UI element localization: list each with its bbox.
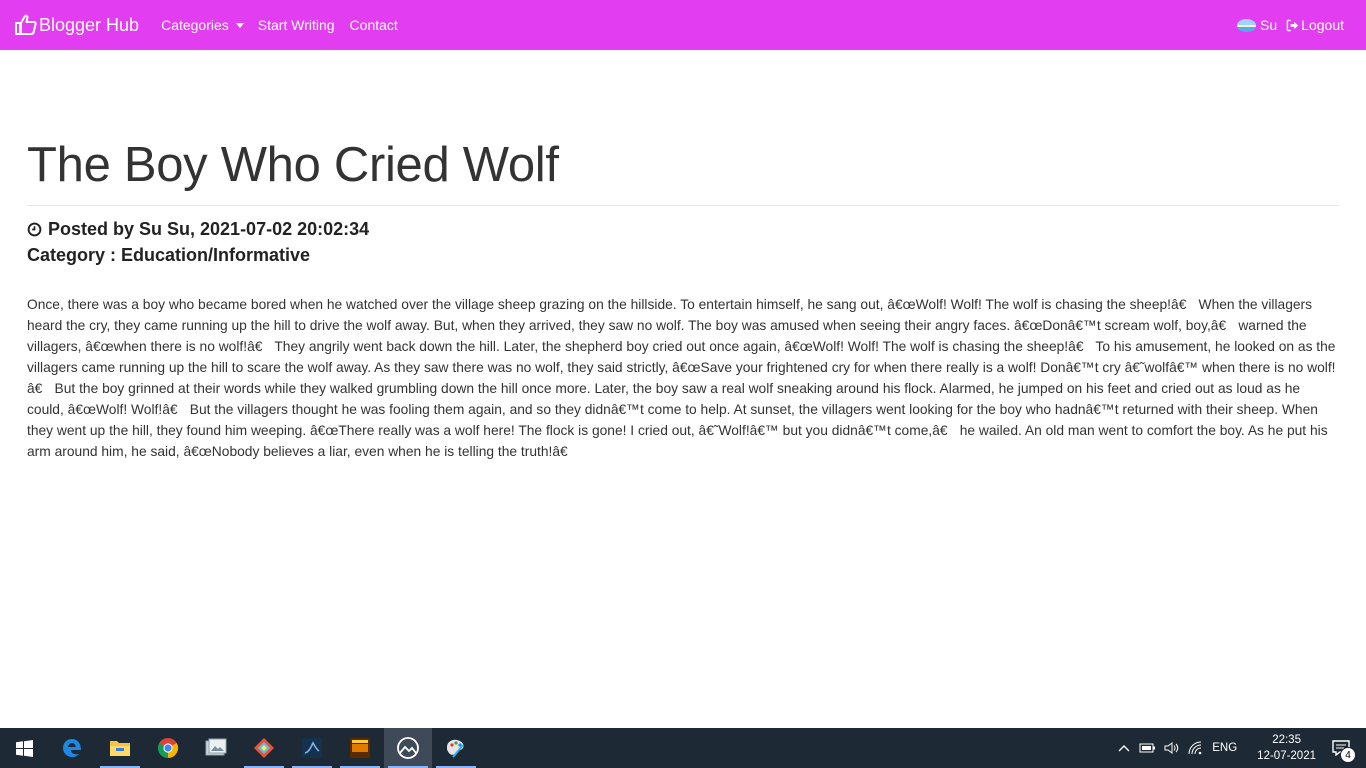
taskbar-git[interactable] [240,728,288,768]
speaker-icon [1164,742,1179,754]
git-icon [254,738,274,758]
user-name: Su [1260,17,1278,33]
windows-taskbar: ENG 22:35 12-07-2021 4 [0,728,1366,768]
avatar [1237,18,1257,32]
file-explorer-icon [110,741,130,756]
action-center-button[interactable]: 4 [1326,740,1356,763]
thumbs-up-icon [15,14,37,35]
posted-by-text: Posted by Su Su, 2021-07-02 20:02:34 [48,219,370,239]
post-meta: Posted by Su Su, 2021-07-02 20:02:34 [27,219,369,240]
taskbar-xampp[interactable] [336,728,384,768]
logout-label: Logout [1301,17,1344,33]
contact-link[interactable]: Contact [350,17,398,33]
chevron-up-icon [1118,745,1130,752]
windows-start-icon [15,739,33,757]
clock-time: 22:35 [1272,734,1301,746]
wifi-icon [1188,741,1202,755]
paint-icon [447,739,464,758]
title-divider [27,205,1339,206]
taskbar-mysql-workbench[interactable] [288,728,336,768]
post-body: Once, there was a boy who became bored w… [27,297,1336,459]
volume-control[interactable] [1164,741,1180,755]
taskbar-file-explorer[interactable] [96,728,144,768]
taskbar-paint[interactable] [432,728,480,768]
start-writing-link[interactable]: Start Writing [258,17,335,33]
logout-link[interactable]: Logout [1286,17,1344,33]
logout-icon [1286,19,1299,31]
taskbar-chrome[interactable] [144,728,192,768]
start-button[interactable] [0,728,48,768]
top-navbar: Blogger Hub Categories Start Writing Con… [0,0,1366,50]
taskbar-browser-app[interactable] [384,728,432,768]
show-hidden-icons-chevron[interactable] [1118,744,1130,752]
language-indicator[interactable]: ENG [1212,742,1237,754]
network-status[interactable] [1188,741,1204,755]
categories-dropdown[interactable]: Categories [161,17,244,33]
edge-icon [63,739,81,757]
system-clock[interactable]: 22:35 12-07-2021 [1257,732,1316,764]
photos-icon [205,738,227,756]
categories-label: Categories [161,17,229,33]
mysql-workbench-icon [302,738,322,758]
caret-down-icon [235,23,244,28]
brand-link[interactable]: Blogger Hub [14,14,139,36]
battery-status[interactable] [1138,742,1156,754]
chrome-icon [157,738,179,759]
battery-plugged-icon [1139,743,1156,753]
clock-date: 12-07-2021 [1257,750,1316,762]
taskbar-photos[interactable] [192,728,240,768]
user-menu[interactable]: Su [1237,17,1277,33]
taskbar-edge[interactable] [48,728,96,768]
post-title: The Boy Who Cried Wolf [27,138,559,192]
clock-icon [27,222,42,237]
post-category: Category : Education/Informative [27,245,311,265]
notification-count-badge: 4 [1340,747,1356,763]
browser-app-icon [397,737,419,759]
xampp-icon [350,738,370,758]
brand-name: Blogger Hub [39,14,140,35]
